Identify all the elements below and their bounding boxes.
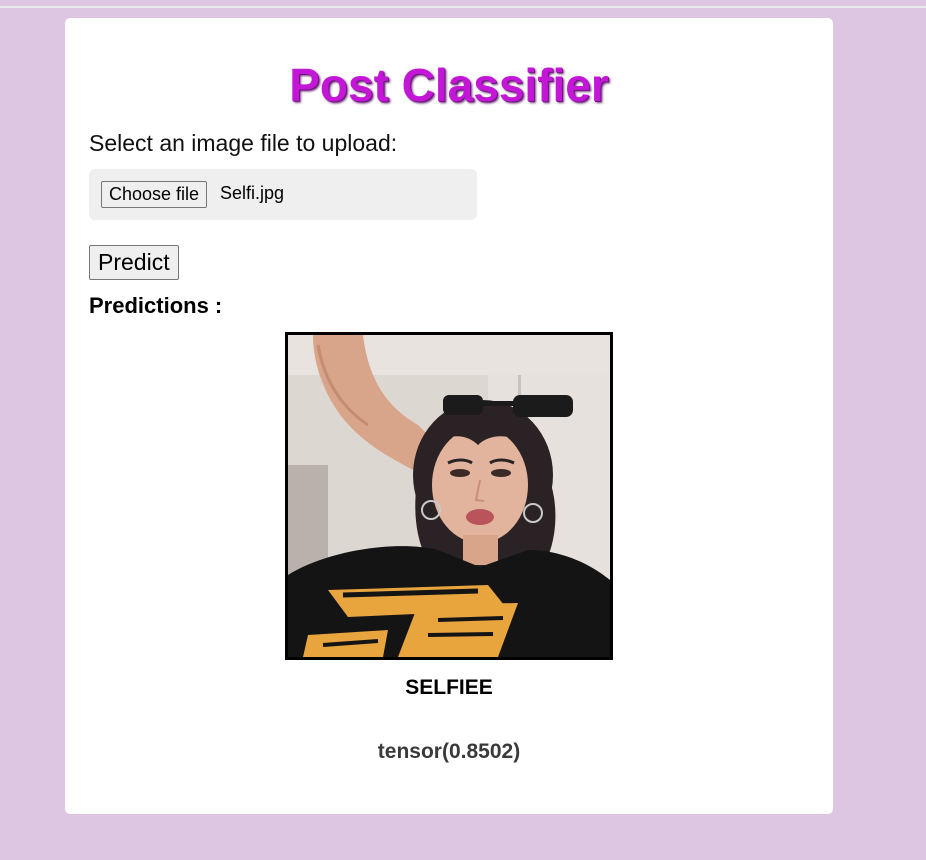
predictions-heading: Predictions : <box>89 293 223 318</box>
classifier-card: Post Classifier Select an image file to … <box>65 18 833 814</box>
prediction-class-label: SELFIEE <box>405 676 493 699</box>
page-title: Post Classifier <box>289 59 609 111</box>
selected-file-name: Selfi.jpg <box>220 183 285 203</box>
upload-label: Select an image file to upload: <box>89 130 398 156</box>
file-input[interactable]: Choose file Selfi.jpg <box>89 169 477 220</box>
uploaded-photo <box>285 332 613 660</box>
prediction-score: tensor(0.8502) <box>377 740 521 763</box>
predict-button[interactable]: Predict <box>89 245 179 280</box>
top-divider <box>0 6 926 8</box>
choose-file-button[interactable]: Choose file <box>101 181 208 208</box>
